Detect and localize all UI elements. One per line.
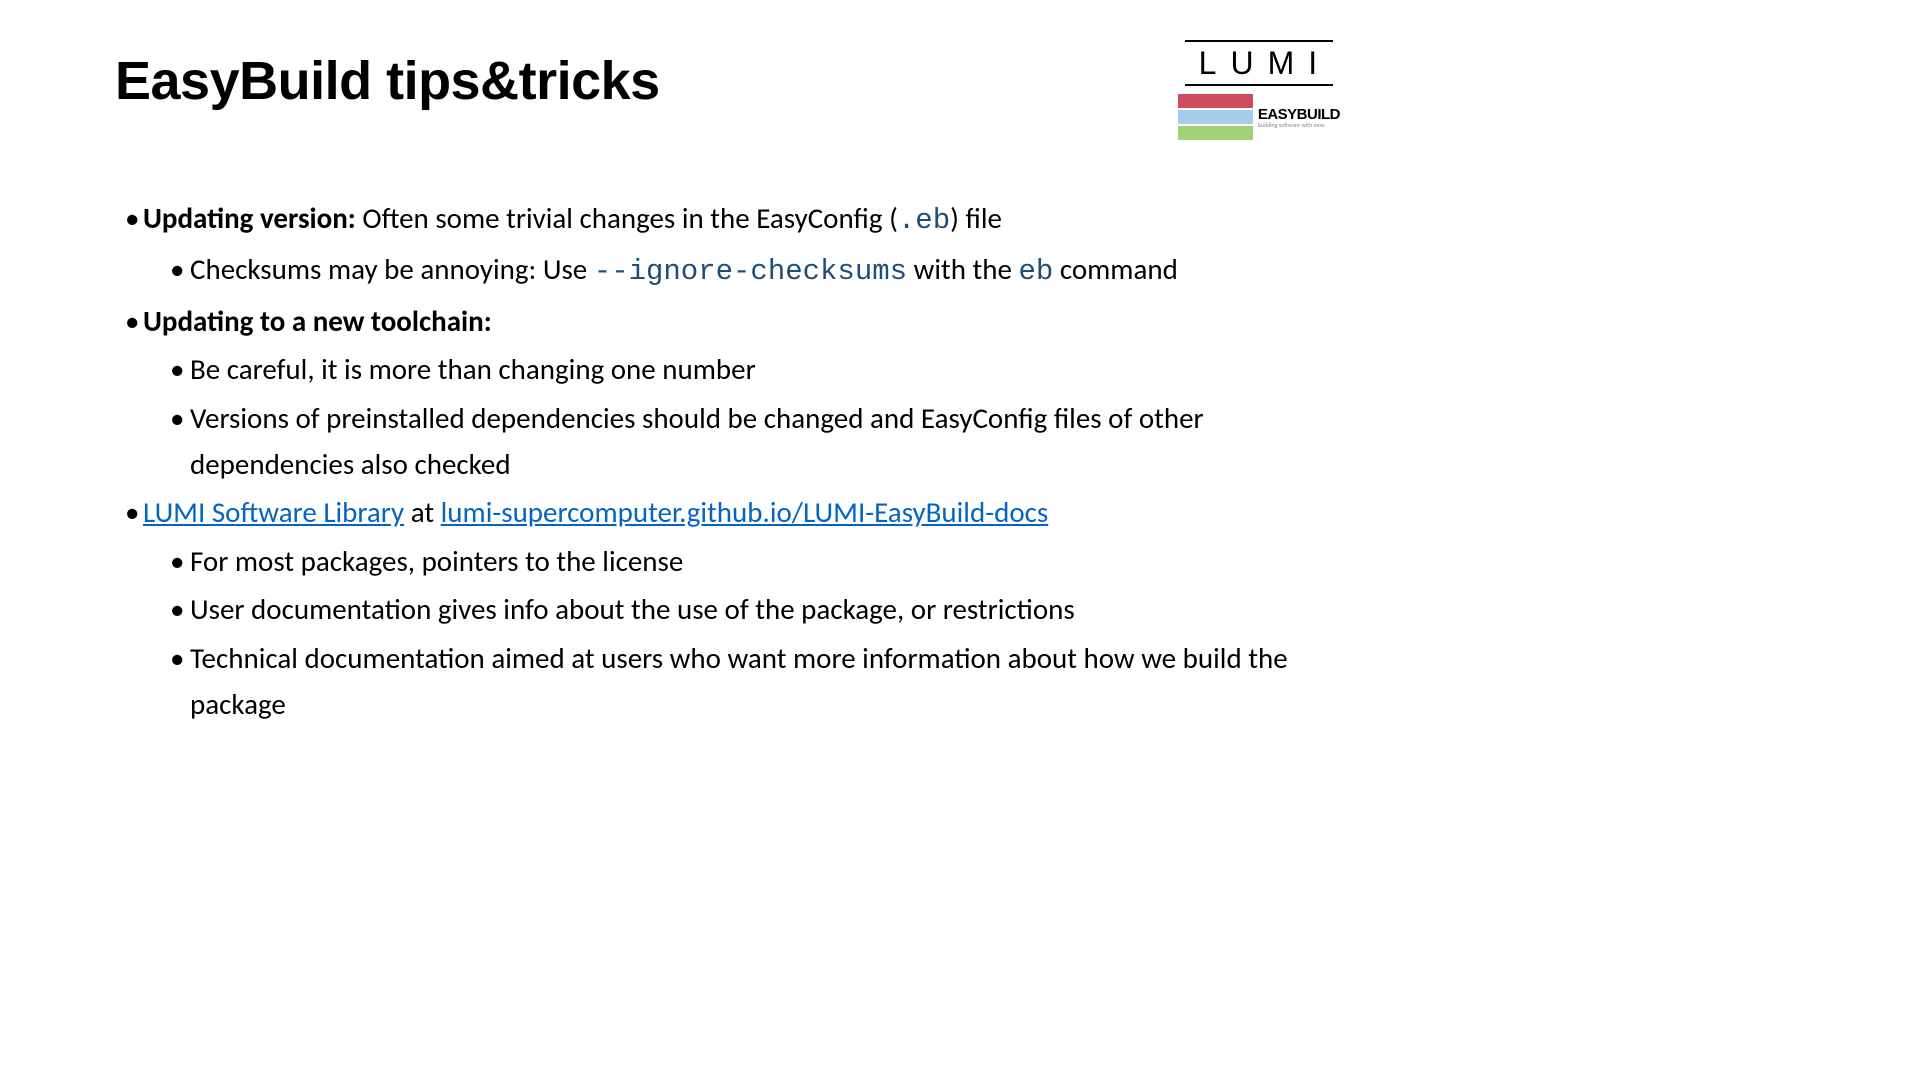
bullet-1: • Updating version: Often some trivial c… — [115, 195, 1340, 244]
eb-bar-blue — [1178, 110, 1253, 124]
bullet-3-sub-2: • User documentation gives info about th… — [165, 586, 1340, 632]
slide-title: EasyBuild tips&tricks — [115, 50, 660, 112]
bullet-1-sub-1: • Checksums may be annoying: Use --ignor… — [165, 246, 1340, 295]
bullet-2: • Updating to a new toolchain: — [115, 298, 1340, 344]
bullet-2-sub-2: • Versions of preinstalled dependencies … — [165, 395, 1340, 488]
logo-area: LUMI EASYBUILD building software with ea… — [1178, 40, 1340, 140]
bullet-3: • LUMI Software Library at lumi-supercom… — [115, 489, 1340, 535]
lumi-easybuild-docs-link[interactable]: lumi-supercomputer.github.io/LUMI-EasyBu… — [441, 494, 1049, 530]
eb-logo-subtext: building software with ease — [1258, 122, 1325, 128]
slide-content: • Updating version: Often some trivial c… — [115, 195, 1340, 727]
eb-bar-red — [1178, 94, 1253, 108]
eb-bar-green — [1178, 126, 1253, 140]
lumi-software-library-link[interactable]: LUMI Software Library — [143, 494, 404, 530]
bullet-2-sub-1: • Be careful, it is more than changing o… — [165, 346, 1340, 392]
bullet-3-sub-1: • For most packages, pointers to the lic… — [165, 538, 1340, 584]
easybuild-logo: EASYBUILD building software with ease — [1178, 94, 1340, 140]
eb-logo-text: EASYBUILD — [1258, 107, 1340, 122]
bullet-3-sub-3: • Technical documentation aimed at users… — [165, 635, 1340, 728]
lumi-logo: LUMI — [1185, 40, 1333, 86]
